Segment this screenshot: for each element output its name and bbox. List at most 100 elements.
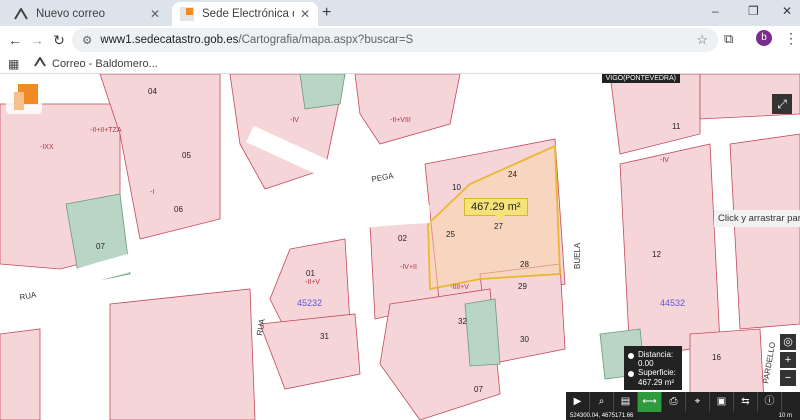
svg-text:PARDELLO: PARDELLO [761, 341, 777, 384]
svg-text:25: 25 [446, 230, 455, 239]
forward-icon[interactable]: → [28, 31, 46, 49]
svg-text:12: 12 [652, 250, 661, 259]
svg-text:-I: -I [150, 189, 154, 196]
surface-radio[interactable] [628, 371, 634, 378]
svg-text:11: 11 [672, 122, 681, 131]
close-window-button[interactable]: ✕ [782, 4, 792, 18]
svg-text:24: 24 [508, 170, 517, 179]
svg-text:29: 29 [518, 282, 527, 291]
tab-strip: Nuevo correo ✕ Sede Electrónica del Cata… [0, 0, 800, 26]
surface-label: Superficie: [638, 368, 676, 378]
avatar[interactable]: b [756, 30, 772, 46]
svg-text:-II+V: -II+V [305, 279, 320, 286]
svg-text:02: 02 [398, 234, 407, 243]
locate-icon[interactable]: ◎ [780, 334, 796, 350]
svg-text:16: 16 [712, 353, 721, 362]
mail-icon [14, 7, 28, 21]
new-tab-button[interactable]: + [322, 4, 331, 22]
layers-icon[interactable]: ▤ [614, 392, 638, 412]
distance-row: Distancia: 0.00 [628, 350, 678, 368]
block-bottom-left [109, 288, 256, 420]
block-right [729, 133, 800, 330]
svg-text:30: 30 [520, 335, 529, 344]
bookmark-star-icon[interactable]: ☆ [696, 32, 708, 48]
green-block-top [299, 74, 346, 110]
zoom-in-button[interactable]: + [780, 352, 796, 368]
site-info-icon[interactable]: ⚙ [82, 33, 92, 47]
close-tab-icon[interactable]: ✕ [300, 7, 310, 21]
tab-label: Sede Electrónica del Catastro - [202, 8, 294, 20]
svg-text:28: 28 [520, 260, 529, 269]
apps-grid-icon[interactable]: ▦ [8, 57, 19, 71]
surface-row: Superficie: 467.29 m² [628, 368, 678, 387]
reload-icon[interactable]: ↻ [50, 31, 68, 49]
cadastral-map[interactable]: -IXX -II+II+TZA -I -IV -II+VIII -IIII+V -IV+… [0, 74, 800, 420]
block-31 [259, 313, 361, 390]
distance-value: 0.00 [638, 359, 654, 369]
catastro-logo [6, 80, 42, 114]
svg-text:-IXX: -IXX [40, 144, 54, 151]
minimize-button[interactable]: – [712, 4, 719, 18]
drag-hint: Click y arrastrar para [714, 210, 800, 227]
svg-text:07: 07 [96, 242, 105, 251]
search-icon[interactable]: ⌕ [590, 392, 614, 412]
selected-area-value: 467.29 m² [471, 201, 521, 213]
info-layers-icon[interactable]: ▣ [710, 392, 734, 412]
svg-text:-IIII+V: -IIII+V [450, 284, 469, 291]
block-top-center-right [354, 74, 461, 145]
restore-button[interactable]: ❐ [748, 4, 759, 18]
measure-panel: Distancia: 0.00 Superficie: 467.29 m² [624, 346, 682, 390]
browser-toolbar: ← → ↻ ⚙ www1.sedecatastro.gob.es/Cartogr… [0, 26, 800, 54]
url-path: /Cartografia/mapa.aspx?buscar=S [238, 34, 414, 46]
svg-text:06: 06 [174, 205, 183, 214]
municipality-label: VIGO(PONTEVEDRA) [601, 74, 680, 83]
svg-text:44532: 44532 [660, 298, 685, 308]
svg-text:31: 31 [320, 332, 329, 341]
catastro-icon [180, 7, 194, 21]
svg-text:07: 07 [474, 385, 483, 394]
green-block-32 [464, 298, 501, 367]
svg-text:01: 01 [306, 269, 315, 278]
svg-text:PEGA: PEGA [371, 171, 395, 184]
svg-text:45232: 45232 [297, 298, 322, 308]
tab-mail[interactable]: Nuevo correo ✕ [6, 2, 168, 26]
url-host: www1.sedecatastro.gob.es [100, 34, 239, 46]
scale-label: 10 m [778, 413, 792, 419]
svg-text:-IV+II: -IV+II [400, 264, 417, 271]
block-12 [619, 143, 721, 360]
svg-text:10: 10 [452, 183, 461, 192]
close-tab-icon[interactable]: ✕ [150, 7, 160, 21]
back-icon[interactable]: ← [6, 31, 24, 49]
svg-text:05: 05 [182, 151, 191, 160]
map-toolbar: ▶ ⌕ ▤ ⟷ ⎙ ⌖ ▣ ⇆ ⓘ [566, 392, 800, 412]
print-icon[interactable]: ⎙ [662, 392, 686, 412]
svg-text:32: 32 [458, 317, 467, 326]
bookmark-item[interactable]: Correo - Baldomero... [34, 56, 158, 70]
address-bar[interactable]: ⚙ www1.sedecatastro.gob.es/Cartografia/m… [72, 28, 718, 52]
fullscreen-icon[interactable]: ⤢ [772, 94, 792, 114]
selected-area-tooltip: 467.29 m² [464, 198, 528, 221]
block-bottom-far-left [0, 328, 41, 420]
info-icon[interactable]: ⓘ [758, 392, 782, 412]
menu-icon[interactable]: ⋮ [784, 30, 798, 47]
extensions-icon[interactable]: ⧉ [724, 31, 733, 47]
measure-icon[interactable]: ⟷ [638, 392, 662, 412]
mail-icon [34, 56, 46, 70]
tab-catastro[interactable]: Sede Electrónica del Catastro - ✕ [172, 2, 318, 26]
svg-text:-II+II+TZA: -II+II+TZA [90, 127, 122, 134]
bookmark-label: Correo - Baldomero... [52, 57, 158, 70]
svg-text:-II+VIII: -II+VIII [390, 117, 411, 124]
zoom-out-button[interactable]: − [780, 370, 796, 386]
svg-text:BUELA: BUELA [573, 242, 582, 269]
swap-icon[interactable]: ⇆ [734, 392, 758, 412]
play-icon[interactable]: ▶ [566, 392, 590, 412]
svg-text:27: 27 [494, 222, 503, 231]
distance-label: Distancia: [638, 350, 674, 359]
svg-text:-IV: -IV [660, 157, 669, 164]
pin-icon[interactable]: ⌖ [686, 392, 710, 412]
bookmarks-bar: ▦ Correo - Baldomero... [0, 54, 800, 74]
block-11 [609, 74, 701, 155]
distance-radio[interactable] [628, 353, 634, 359]
coordinates-readout: 524300.04, 4675171.66 [566, 412, 800, 420]
svg-text:-IV: -IV [290, 117, 299, 124]
